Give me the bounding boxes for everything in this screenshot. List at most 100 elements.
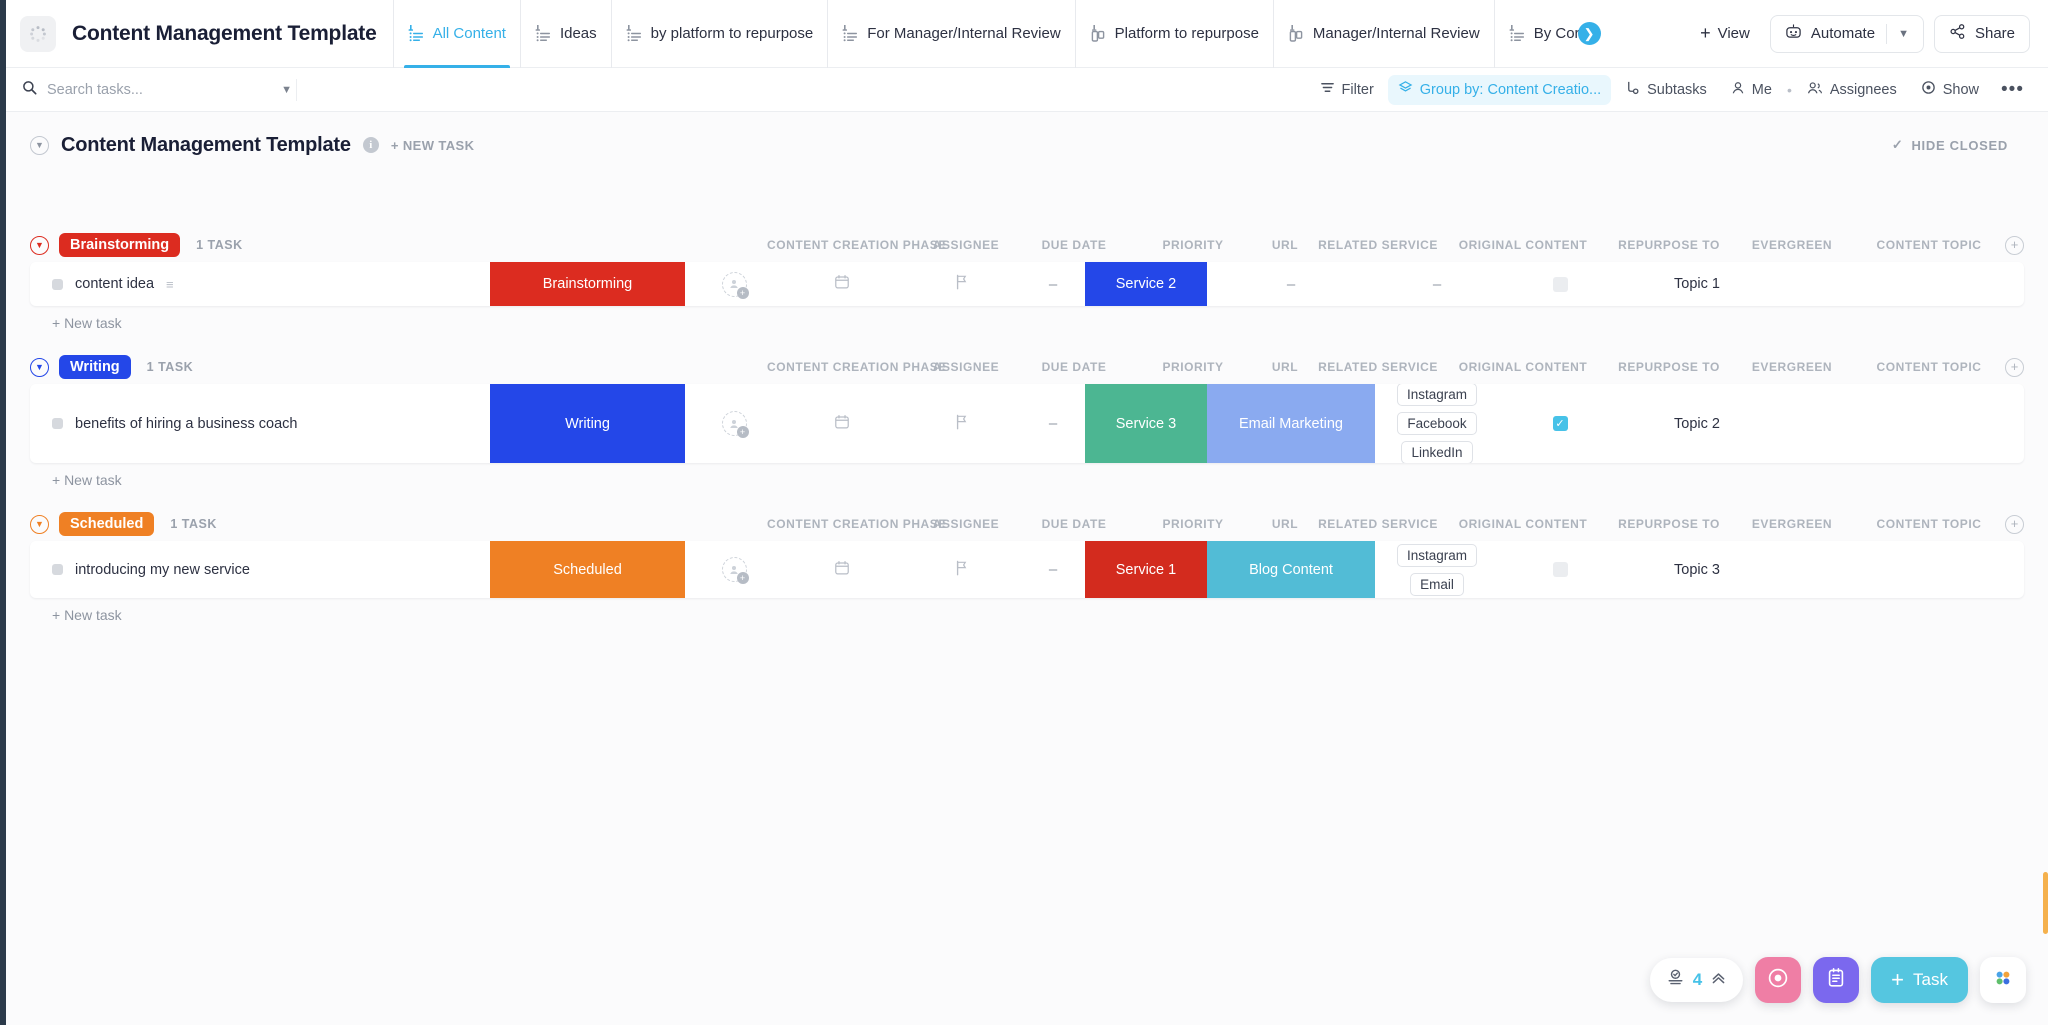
evergreen-cell[interactable] (1499, 262, 1621, 306)
repurpose-to-cell[interactable]: Instagram Facebook LinkedIn (1375, 384, 1499, 463)
collapse-group-chevron-icon[interactable]: ▼ (30, 235, 49, 255)
add-task-row[interactable]: + New task (30, 306, 2024, 340)
add-task-row[interactable]: + New task (30, 598, 2024, 632)
info-icon[interactable]: i (362, 137, 379, 153)
column-header-original[interactable]: ORIGINAL CONTENT (1439, 517, 1607, 531)
column-header-service[interactable]: RELATED SERVICE (1317, 517, 1439, 531)
column-header-priority[interactable]: PRIORITY (1133, 238, 1253, 252)
column-header-assignee[interactable]: ASSIGNEE (917, 238, 1015, 252)
status-badge[interactable]: Scheduled (59, 512, 155, 536)
column-header-evergreen[interactable]: EVERGREEN (1731, 517, 1853, 531)
assignee-cell[interactable]: + (685, 541, 783, 598)
status-badge[interactable]: Brainstorming (59, 233, 181, 257)
avatar[interactable]: + (721, 557, 749, 584)
repurpose-to-cell[interactable]: Instagram Email (1375, 541, 1499, 598)
new-task-button[interactable]: + NEW TASK (391, 138, 475, 153)
collapse-group-chevron-icon[interactable]: ▼ (30, 357, 49, 377)
group-by-button[interactable]: Group by: Content Creatio... (1387, 74, 1612, 105)
column-header-url[interactable]: URL (1253, 517, 1317, 531)
task-name-cell[interactable]: benefits of hiring a business coach (30, 384, 490, 463)
column-header-assignee[interactable]: ASSIGNEE (917, 360, 1015, 374)
column-header-original[interactable]: ORIGINAL CONTENT (1439, 238, 1607, 252)
column-header-url[interactable]: URL (1253, 238, 1317, 252)
tag-item[interactable]: LinkedIn (1401, 441, 1473, 463)
add-view-button[interactable]: + View (1690, 15, 1760, 53)
priority-cell[interactable] (901, 262, 1021, 306)
related-service-cell[interactable]: Service 2 (1085, 262, 1207, 306)
more-options-button[interactable]: ••• (1993, 79, 2032, 101)
column-header-due-date[interactable]: DUE DATE (1015, 360, 1133, 374)
column-header-service[interactable]: RELATED SERVICE (1317, 238, 1439, 252)
column-header-phase[interactable]: CONTENT CREATION PHASE (767, 238, 946, 252)
clickup-logo-icon[interactable] (20, 15, 56, 52)
add-task-row[interactable]: + New task (30, 463, 2024, 497)
tab-manager-internal-review[interactable]: Manager/Internal Review (1272, 0, 1494, 68)
due-date-cell[interactable] (783, 541, 901, 598)
column-header-due-date[interactable]: DUE DATE (1015, 238, 1133, 252)
column-header-due-date[interactable]: DUE DATE (1015, 517, 1133, 531)
column-header-original[interactable]: ORIGINAL CONTENT (1439, 360, 1607, 374)
priority-cell[interactable] (901, 384, 1021, 463)
column-header-priority[interactable]: PRIORITY (1133, 360, 1253, 374)
tab-platform-to-repurpose[interactable]: Platform to repurpose (1074, 0, 1273, 68)
apps-grid-button[interactable] (1980, 957, 2026, 1003)
add-task-button[interactable]: + Task (1871, 957, 1968, 1003)
column-header-evergreen[interactable]: EVERGREEN (1731, 238, 1853, 252)
column-header-service[interactable]: RELATED SERVICE (1317, 360, 1439, 374)
table-row[interactable]: benefits of hiring a business coach Writ… (30, 384, 2024, 463)
phase-cell[interactable]: Brainstorming (490, 262, 685, 306)
avatar[interactable]: + (721, 411, 749, 438)
tab-by-content[interactable]: By Cor (1493, 0, 1584, 68)
me-filter-button[interactable]: Me (1721, 75, 1782, 105)
evergreen-checkbox[interactable]: ✓ (1552, 416, 1568, 431)
related-service-cell[interactable]: Service 3 (1085, 384, 1207, 463)
content-topic-cell[interactable]: Topic 2 (1621, 384, 1773, 463)
automate-button[interactable]: Automate ▼ (1769, 14, 1924, 53)
tab-by-platform-to-repurpose[interactable]: by platform to repurpose (610, 0, 828, 68)
add-assignee-plus-icon[interactable]: + (736, 426, 749, 438)
content-topic-cell[interactable]: Topic 3 (1621, 541, 1773, 598)
hide-closed-toggle[interactable]: ✓ HIDE CLOSED (1892, 137, 2008, 153)
table-row[interactable]: introducing my new service Scheduled + –… (30, 541, 2024, 598)
task-name-cell[interactable]: content idea ≡ (30, 262, 490, 306)
priority-cell[interactable] (901, 541, 1021, 598)
phase-cell[interactable]: Scheduled (490, 541, 685, 598)
task-status-dot[interactable] (52, 564, 63, 575)
collapse-list-chevron-icon[interactable]: ▼ (30, 135, 49, 155)
tab-for-manager-internal-review[interactable]: For Manager/Internal Review (827, 0, 1074, 68)
assignee-cell[interactable]: + (685, 384, 783, 463)
tag-item[interactable]: Instagram (1396, 543, 1478, 567)
search-input[interactable] (47, 81, 272, 98)
due-date-cell[interactable] (783, 262, 901, 306)
original-content-cell[interactable]: Email Marketing (1207, 384, 1375, 463)
original-content-cell[interactable]: – (1207, 262, 1375, 306)
status-badge[interactable]: Writing (59, 355, 131, 379)
column-header-topic[interactable]: CONTENT TOPIC (1853, 238, 2005, 252)
more-views-chevron-icon[interactable]: ❯ (1577, 22, 1601, 45)
add-assignee-plus-icon[interactable]: + (736, 286, 749, 299)
evergreen-cell[interactable] (1499, 541, 1621, 598)
task-status-dot[interactable] (52, 278, 63, 290)
assignees-button[interactable]: Assignees (1797, 75, 1907, 105)
evergreen-checkbox[interactable] (1552, 562, 1568, 577)
column-header-topic[interactable]: CONTENT TOPIC (1853, 360, 2005, 374)
related-service-cell[interactable]: Service 1 (1085, 541, 1207, 598)
column-header-repurpose[interactable]: REPURPOSE TO (1607, 360, 1731, 374)
add-column-plus-icon[interactable]: + (2005, 357, 2024, 377)
phase-cell[interactable]: Writing (490, 384, 685, 463)
add-column-plus-icon[interactable]: + (2005, 235, 2024, 255)
column-header-url[interactable]: URL (1253, 360, 1317, 374)
subtasks-button[interactable]: Subtasks (1615, 75, 1717, 105)
column-header-evergreen[interactable]: EVERGREEN (1731, 360, 1853, 374)
due-date-cell[interactable] (783, 384, 901, 463)
screen-record-button[interactable] (1755, 957, 1802, 1003)
notifications-pill[interactable]: 4 (1649, 958, 1744, 1002)
collapse-group-chevron-icon[interactable]: ▼ (30, 514, 49, 534)
tag-item[interactable]: Email (1410, 572, 1464, 596)
add-column-plus-icon[interactable]: + (2005, 514, 2024, 534)
notepad-button[interactable] (1813, 957, 1860, 1003)
column-header-phase[interactable]: CONTENT CREATION PHASE (767, 517, 946, 531)
original-content-cell[interactable]: Blog Content (1207, 541, 1375, 598)
content-topic-cell[interactable]: Topic 1 (1621, 262, 1773, 306)
task-status-dot[interactable] (52, 418, 63, 429)
